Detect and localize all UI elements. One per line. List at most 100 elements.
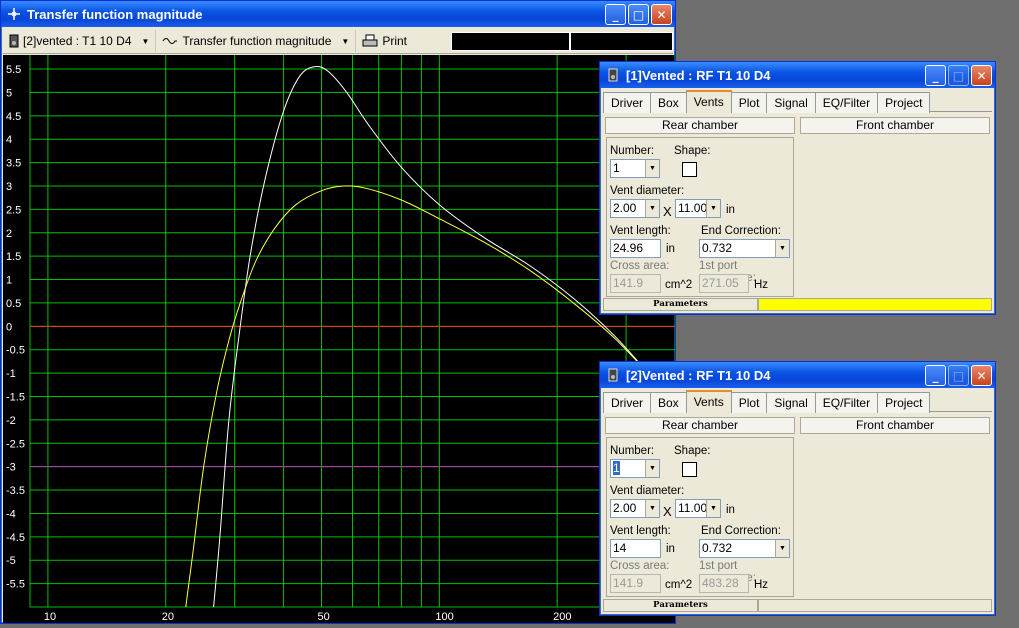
shape-label: Shape: [674,145,711,157]
chevron-down-icon: ▼ [341,36,350,46]
plot-type-label: Transfer function magnitude [182,34,332,48]
maximize-button[interactable]: □ [628,4,649,25]
cross-area-unit: cm^2 [665,279,693,291]
y-tick-label: 4 [6,134,12,146]
front-chamber-button[interactable]: Front chamber [800,117,990,134]
y-tick-label: 0.5 [6,298,21,310]
status-indicator [758,599,992,612]
cursor-readout-1 [451,32,570,51]
end-correction-select[interactable]: 0.732 ▼ [699,239,790,258]
close-button[interactable]: ✕ [651,4,672,25]
x-label: X [663,504,672,519]
child-title: [2]Vented : RF T1 10 D4 [626,367,771,383]
number-label: Number: [610,445,655,457]
tab-project[interactable]: Project [877,392,931,413]
status-label: Parameters [603,298,758,311]
plot-app-icon [8,8,20,20]
vented-window-2: [2]Vented : RF T1 10 D4 _ □ ✕ Driver Box V… [599,361,996,616]
tab-project[interactable]: Project [877,92,931,113]
vent-length-unit: in [666,543,675,555]
speaker-icon [608,68,618,82]
y-tick-label: -1.5 [6,391,25,403]
y-tick-label: -1 [6,368,16,380]
tab-box[interactable]: Box [650,392,687,413]
child-titlebar[interactable]: [1]Vented : RF T1 10 D4 _ □ ✕ [600,62,995,88]
transfer-function-chart[interactable]: 5.5 5 4.5 4 3.5 3 2.5 2 1.5 1 0.5 0 -0.5 -1 -1.5 -2 -2.5… [3,55,676,623]
minimize-button[interactable]: _ [605,4,626,25]
y-tick-label: -4.5 [6,532,25,544]
vent-length-input[interactable]: 14 [610,539,661,558]
tab-plot[interactable]: Plot [730,92,768,113]
y-tick-label: -3 [6,462,16,474]
x-tick-label: 200 [553,611,571,623]
plot-area[interactable]: 5.5 5 4.5 4 3.5 3 2.5 2 1.5 1 0.5 0 -0.5 -1 -1.5 -2 -2.5… [3,55,676,623]
number-select[interactable]: 1 ▼ [610,159,660,178]
vent-diameter-label: Vent diameter: [610,485,685,497]
maximize-button[interactable]: □ [948,365,969,386]
end-correction-value: 0.732 [702,241,733,255]
tab-driver[interactable]: Driver [603,392,651,413]
diameter-b-value: 11.00 [678,201,708,215]
vent-parameters-panel: Number: Shape: 1 ▼ Vent diameter: 2.00 ▼ X… [606,137,794,297]
minimize-button[interactable]: _ [925,65,946,86]
main-window: Transfer function magnitude _ □ ✕ [2]ven… [0,0,676,624]
vent-length-label: Vent length: [610,225,671,237]
rear-chamber-button[interactable]: Rear chamber [605,117,795,134]
chevron-down-icon: ▼ [645,460,659,477]
number-select[interactable]: 1 ▼ [610,459,660,478]
diameter-a-select[interactable]: 2.00 ▼ [610,499,660,518]
cursor-readout-2 [570,32,673,51]
end-correction-label: End Correction: [701,525,781,537]
main-titlebar[interactable]: Transfer function magnitude _ □ ✕ [1,1,675,27]
minimize-button[interactable]: _ [925,365,946,386]
diameter-b-select[interactable]: 11.00 ▼ [675,499,721,518]
plot-type-select[interactable]: Transfer function magnitude ▼ [156,30,357,52]
front-chamber-button[interactable]: Front chamber [800,417,990,434]
diameter-unit: in [726,204,735,216]
tab-box[interactable]: Box [650,92,687,113]
chevron-down-icon: ▼ [706,200,720,217]
print-button[interactable]: Print [356,30,413,52]
tab-signal[interactable]: Signal [766,92,816,113]
status-bar: Parameters [603,298,992,311]
print-label: Print [382,34,408,48]
y-tick-label: 0 [6,321,12,333]
chevron-down-icon: ▼ [775,540,789,557]
diameter-a-select[interactable]: 2.00 ▼ [610,199,660,218]
tab-strip: Driver Box Vents Plot Signal EQ/Filter Project [603,390,992,413]
chevron-down-icon: ▼ [645,500,659,517]
printer-icon [362,34,378,47]
y-tick-label: 5 [6,87,12,99]
y-tick-label: 1 [6,275,12,287]
tab-driver[interactable]: Driver [603,92,651,113]
shape-selector[interactable] [682,162,697,177]
tab-eq-filter[interactable]: EQ/Filter [814,392,879,413]
y-tick-label: 1.5 [6,251,21,263]
close-button[interactable]: ✕ [971,65,992,86]
tab-plot[interactable]: Plot [730,392,768,413]
shape-selector[interactable] [682,462,697,477]
tab-vents[interactable]: Vents [685,390,732,412]
shape-label: Shape: [674,445,711,457]
rear-chamber-button[interactable]: Rear chamber [605,417,795,434]
speaker-icon [608,368,618,382]
chevron-down-icon: ▼ [141,36,150,46]
tab-signal[interactable]: Signal [766,392,816,413]
diameter-b-select[interactable]: 11.00 ▼ [675,199,721,218]
x-tick-label: 50 [318,611,330,623]
maximize-button[interactable]: □ [948,65,969,86]
y-tick-label: 3 [6,181,12,193]
end-correction-select[interactable]: 0.732 ▼ [699,539,790,558]
main-title: Transfer function magnitude [27,6,203,22]
close-button[interactable]: ✕ [971,365,992,386]
y-tick-label: 3.5 [6,158,21,170]
tab-vents[interactable]: Vents [685,90,732,112]
cross-area-field: 141.9 [610,574,661,593]
diameter-a-value: 2.00 [613,201,637,215]
number-label: Number: [610,145,655,157]
status-label: Parameters [603,599,758,612]
tab-eq-filter[interactable]: EQ/Filter [814,92,879,113]
vent-length-input[interactable]: 24.96 [610,239,661,258]
project-select[interactable]: [2]vented : T1 10 D4 ▼ [3,30,157,52]
child-titlebar[interactable]: [2]Vented : RF T1 10 D4 _ □ ✕ [600,362,995,388]
